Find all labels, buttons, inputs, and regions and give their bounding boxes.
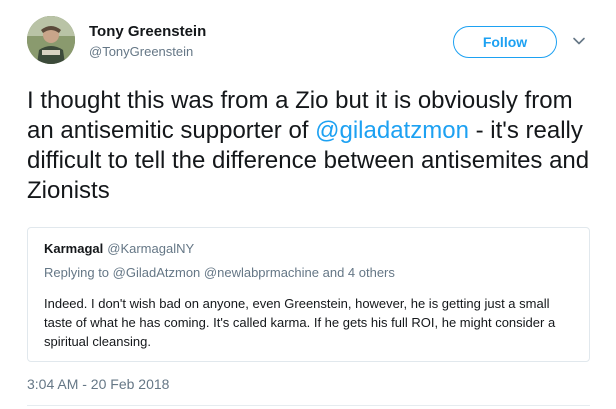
replying-to-link-1[interactable]: @GiladAtzmon (113, 265, 201, 280)
quoted-tweet-body: Indeed. I don't wish bad on anyone, even… (44, 296, 556, 349)
quoted-tweet[interactable]: Karmagal @KarmagalNY Replying to @GiladAt… (27, 227, 590, 362)
replying-to: Replying to @GiladAtzmon @newlabprmachin… (44, 265, 395, 281)
tweet-card: Tony Greenstein @TonyGreenstein Follow I… (0, 0, 616, 409)
quoted-tweet-header: Karmagal @KarmagalNY (44, 241, 194, 257)
tweet-text: I thought this was from a Zio but it is … (27, 86, 597, 206)
quoted-handle: @KarmagalNY (107, 241, 195, 256)
divider (27, 405, 590, 406)
replying-prefix: Replying to (44, 265, 113, 280)
replying-to-link-2[interactable]: @newlabprmachine (204, 265, 319, 280)
tweet-header: Tony Greenstein @TonyGreenstein Follow (27, 16, 600, 68)
follow-button[interactable]: Follow (453, 26, 557, 58)
quoted-display-name: Karmagal (44, 241, 104, 256)
author-display-name[interactable]: Tony Greenstein (89, 23, 206, 41)
mention-link[interactable]: @giladatzmon (315, 117, 469, 144)
avatar-image (27, 16, 75, 64)
chevron-down-icon[interactable] (571, 33, 587, 49)
tweet-timestamp[interactable]: 3:04 AM - 20 Feb 2018 (27, 375, 169, 393)
avatar[interactable] (27, 16, 75, 64)
author-handle[interactable]: @TonyGreenstein (89, 43, 206, 60)
replying-suffix[interactable]: and 4 others (319, 265, 395, 280)
author-info[interactable]: Tony Greenstein @TonyGreenstein (89, 23, 206, 60)
